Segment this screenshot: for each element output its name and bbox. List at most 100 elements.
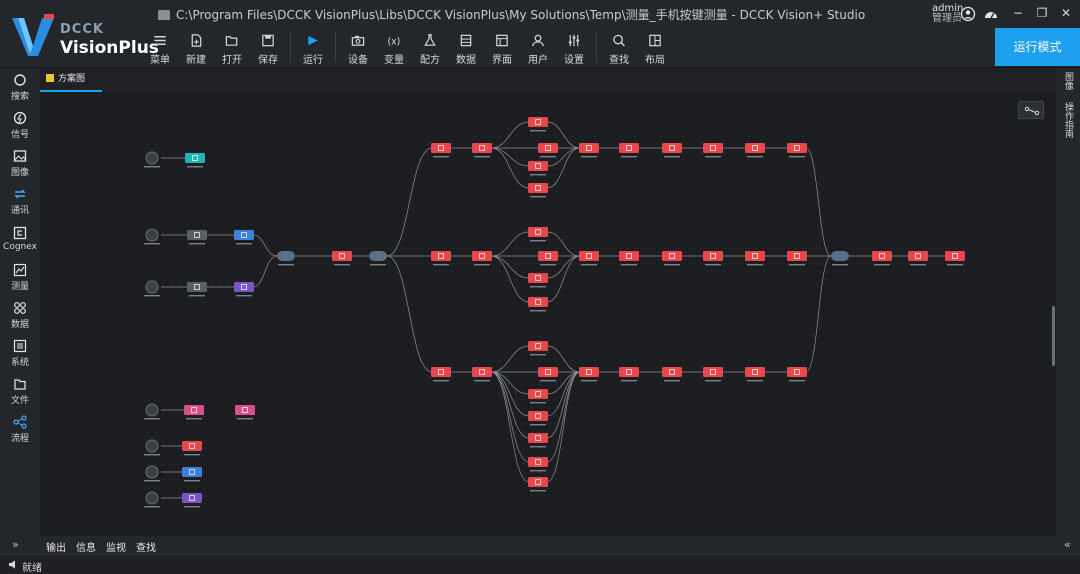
recipe-button[interactable]: 配方 xyxy=(412,30,448,66)
dashboard-icon[interactable] xyxy=(983,6,999,22)
user-button[interactable]: 用户 xyxy=(520,30,556,66)
flow-node[interactable] xyxy=(144,228,160,245)
flow-node[interactable] xyxy=(234,282,254,297)
settings-button[interactable]: 设置 xyxy=(556,30,592,66)
flow-node[interactable] xyxy=(662,251,682,266)
flow-node[interactable] xyxy=(144,280,160,297)
flow-node[interactable] xyxy=(662,367,682,382)
flow-node[interactable] xyxy=(528,341,548,356)
flow-node[interactable] xyxy=(431,251,451,266)
expand-left-icon[interactable]: » xyxy=(12,538,19,551)
vertical-scrollbar[interactable] xyxy=(1052,306,1055,366)
tab-guide[interactable]: 操作指南 xyxy=(1062,102,1075,138)
layout-button[interactable]: 布局 xyxy=(637,30,673,66)
flow-node[interactable] xyxy=(528,227,548,242)
variable-button[interactable]: (x) 变量 xyxy=(376,30,412,66)
flow-node[interactable] xyxy=(538,251,558,266)
flow-node[interactable] xyxy=(787,367,807,382)
sidebar-item-signal[interactable]: 信号 xyxy=(0,106,40,144)
flow-node[interactable] xyxy=(144,151,160,168)
sidebar-item-cognex[interactable]: Cognex xyxy=(0,220,40,258)
flow-node[interactable] xyxy=(745,143,765,158)
flow-node[interactable] xyxy=(745,367,765,382)
flow-node[interactable] xyxy=(528,297,548,312)
flow-node[interactable] xyxy=(234,230,254,245)
tab-image[interactable]: 图像 xyxy=(1062,72,1075,90)
flow-node[interactable] xyxy=(579,251,599,266)
flow-node[interactable] xyxy=(472,143,492,158)
save-button[interactable]: 保存 xyxy=(250,30,286,66)
sidebar-item-file[interactable]: 文件 xyxy=(0,372,40,410)
flow-node[interactable] xyxy=(872,251,892,266)
sidebar-item-measure[interactable]: 测量 xyxy=(0,258,40,296)
flow-node[interactable] xyxy=(144,465,160,482)
flow-node[interactable] xyxy=(528,161,548,176)
open-button[interactable]: 打开 xyxy=(214,30,250,66)
flow-node[interactable] xyxy=(144,439,160,456)
flow-node[interactable] xyxy=(528,457,548,472)
flow-node[interactable] xyxy=(745,251,765,266)
run-mode-button[interactable]: 运行模式 xyxy=(995,28,1080,66)
flow-diagram[interactable] xyxy=(40,92,1056,536)
flow-node[interactable] xyxy=(184,405,204,420)
flow-node[interactable] xyxy=(619,251,639,266)
device-button[interactable]: 设备 xyxy=(340,30,376,66)
minimize-button[interactable]: − xyxy=(1008,4,1028,22)
flow-node[interactable] xyxy=(144,403,160,420)
flow-node[interactable] xyxy=(831,251,849,266)
menu-button[interactable]: 菜单 xyxy=(142,30,178,66)
flow-node[interactable] xyxy=(703,251,723,266)
flow-node[interactable] xyxy=(703,143,723,158)
flow-node[interactable] xyxy=(472,367,492,382)
flow-node[interactable] xyxy=(185,153,205,168)
flow-node[interactable] xyxy=(528,411,548,426)
sidebar-item-data[interactable]: 数据 xyxy=(0,296,40,334)
tab-monitor[interactable]: 监视 xyxy=(106,539,126,554)
account-icon[interactable] xyxy=(960,6,976,22)
flow-node[interactable] xyxy=(235,405,255,420)
flow-node[interactable] xyxy=(528,273,548,288)
flow-node[interactable] xyxy=(182,467,202,482)
find-button[interactable]: 查找 xyxy=(601,30,637,66)
tab-solution-diagram[interactable]: 方案图 xyxy=(40,68,102,92)
tab-info[interactable]: 信息 xyxy=(76,539,96,554)
tab-find[interactable]: 查找 xyxy=(136,539,156,554)
flow-node[interactable] xyxy=(182,493,202,508)
flow-node[interactable] xyxy=(579,367,599,382)
new-button[interactable]: 新建 xyxy=(178,30,214,66)
data-button[interactable]: 数据 xyxy=(448,30,484,66)
flow-node[interactable] xyxy=(619,143,639,158)
sidebar-item-communication[interactable]: 通讯 xyxy=(0,182,40,220)
flow-node[interactable] xyxy=(528,183,548,198)
current-user[interactable]: admin 管理员 xyxy=(932,4,963,24)
flow-node[interactable] xyxy=(619,367,639,382)
flow-node[interactable] xyxy=(787,251,807,266)
flow-node[interactable] xyxy=(528,117,548,132)
flow-node[interactable] xyxy=(528,477,548,492)
flow-node[interactable] xyxy=(538,367,558,382)
flow-node[interactable] xyxy=(579,143,599,158)
flow-options-button[interactable] xyxy=(1018,101,1044,119)
flow-node[interactable] xyxy=(431,143,451,158)
flow-node[interactable] xyxy=(144,491,160,508)
sidebar-item-image[interactable]: 图像 xyxy=(0,144,40,182)
flow-node[interactable] xyxy=(187,282,207,297)
flow-node[interactable] xyxy=(472,251,492,266)
run-button[interactable]: 运行 xyxy=(295,30,331,66)
flow-node[interactable] xyxy=(277,251,295,266)
flow-node[interactable] xyxy=(945,251,965,266)
sidebar-item-flow[interactable]: 流程 xyxy=(0,410,40,448)
flow-node[interactable] xyxy=(662,143,682,158)
sidebar-item-search[interactable]: 搜索 xyxy=(0,68,40,106)
flow-canvas[interactable] xyxy=(40,92,1056,536)
flow-node[interactable] xyxy=(528,433,548,448)
sidebar-item-system[interactable]: 系统 xyxy=(0,334,40,372)
flow-node[interactable] xyxy=(369,251,387,266)
tab-output[interactable]: 输出 xyxy=(46,539,66,554)
close-button[interactable]: ✕ xyxy=(1056,4,1076,22)
flow-node[interactable] xyxy=(538,143,558,158)
flow-node[interactable] xyxy=(908,251,928,266)
expand-right-icon[interactable]: « xyxy=(1064,538,1071,551)
flow-node[interactable] xyxy=(182,441,202,456)
restore-button[interactable]: ❐ xyxy=(1032,4,1052,22)
